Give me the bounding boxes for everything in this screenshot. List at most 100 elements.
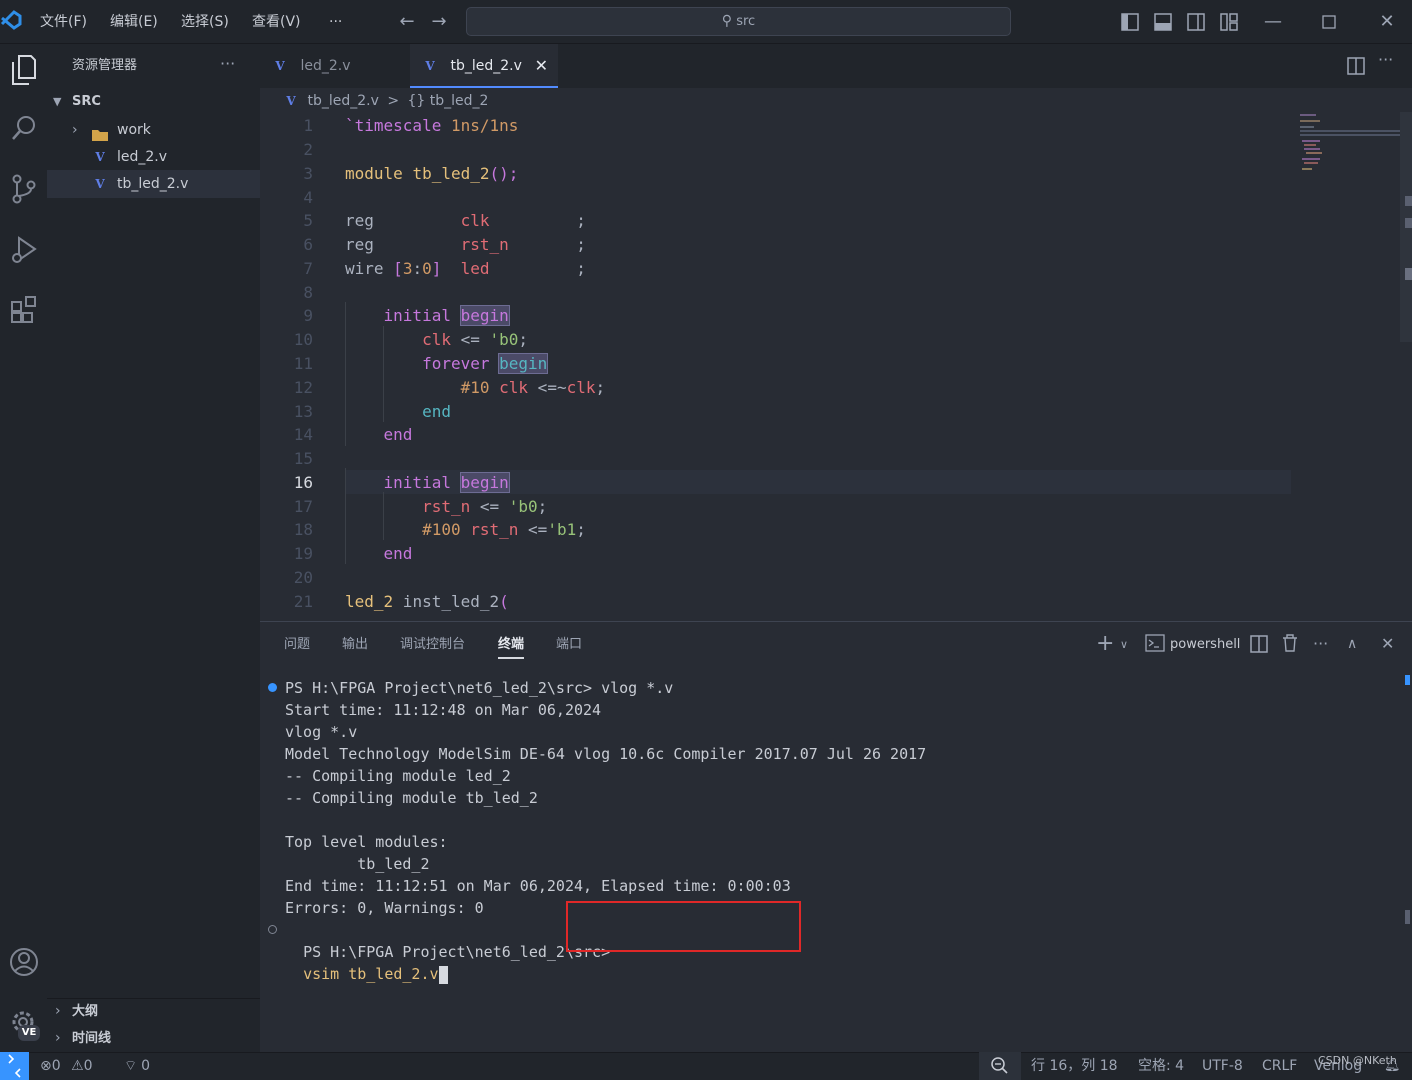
maximize-icon[interactable]	[1322, 15, 1336, 33]
code-line-13: 13 end	[293, 402, 451, 421]
chevron-down-icon[interactable]: ∨	[1120, 632, 1128, 658]
new-terminal-plus-icon[interactable]: +	[1096, 630, 1114, 658]
code-line-4: 4	[303, 188, 313, 207]
encoding[interactable]: UTF-8	[1202, 1052, 1243, 1080]
code-line-21: 21 led_2 inst_led_2(	[293, 592, 509, 611]
code-line-18: 18 #100 rst_n <='b1;	[293, 520, 586, 539]
command-search-input[interactable]: ⚲ src	[466, 7, 1011, 36]
verilog-file-icon: V	[286, 94, 296, 108]
menu-selection[interactable]: 选择(S)	[181, 0, 229, 44]
editor-more-icon[interactable]: ···	[1378, 50, 1393, 69]
code-line-19: 19 end	[293, 544, 413, 563]
menu-file[interactable]: 文件(F)	[40, 0, 87, 44]
terminal-line: End time: 11:12:51 on Mar 06,2024, Elaps…	[285, 877, 791, 895]
remote-indicator[interactable]	[0, 1052, 29, 1080]
split-editor-icon[interactable]	[1347, 57, 1365, 79]
menu-more[interactable]: ···	[329, 0, 342, 44]
code-line-15: 15	[293, 449, 313, 468]
code-line-9: 9 initial begin	[303, 305, 510, 326]
tree-item-led_2[interactable]: V led_2.v	[47, 143, 260, 171]
breadcrumb: V tb_led_2.v > {} tb_led_2	[283, 88, 488, 114]
terminal-input-line[interactable]: PS H:\FPGA Project\net6_led_2\src> vsim …	[285, 919, 610, 984]
tree-item-work[interactable]: › work	[47, 116, 260, 144]
tab-debug-console[interactable]: 调试控制台	[400, 631, 465, 659]
verilog-file-icon: V	[95, 150, 105, 164]
outline-label: 大纲	[72, 1004, 99, 1019]
toggle-secondary-sidebar-icon[interactable]	[1187, 13, 1205, 35]
scrollbar-marker	[1405, 196, 1412, 206]
menu-view[interactable]: 查看(V)	[252, 0, 301, 44]
terminal-scrollbar[interactable]	[1405, 910, 1410, 924]
notifications-bell-icon[interactable]: 🔔︎	[1384, 1052, 1401, 1080]
minimap[interactable]	[1298, 112, 1400, 174]
extensions-icon[interactable]	[0, 292, 47, 336]
tree-item-label: work	[117, 122, 151, 138]
outline-section[interactable]: › 大纲	[47, 998, 260, 1025]
tree-item-tb_led_2[interactable]: V tb_led_2.v	[47, 170, 260, 198]
chevron-right-icon: ›	[55, 1003, 61, 1019]
toggle-panel-icon[interactable]	[1154, 13, 1172, 35]
maximize-panel-chevron-icon[interactable]: ∧	[1347, 630, 1357, 658]
command-pending-circle	[268, 925, 277, 934]
tab-output[interactable]: 输出	[342, 631, 368, 659]
terminal-prompt: PS H:\FPGA Project\net6_led_2\src>	[303, 943, 611, 961]
breadcrumb-file[interactable]: tb_led_2.v	[307, 93, 378, 109]
terminal-line: -- Compiling module led_2	[285, 767, 511, 785]
terminal-scroll-marker	[1405, 675, 1410, 685]
tab-terminal[interactable]: 终端	[498, 631, 525, 659]
warning-icon: ⚠	[71, 1058, 84, 1074]
account-badge: VE	[18, 1025, 40, 1041]
code-line-11: 11 forever begin	[293, 353, 549, 374]
close-panel-icon[interactable]: ✕	[1381, 630, 1394, 658]
accounts-icon[interactable]	[0, 942, 47, 986]
tab-tb_led_2[interactable]: V tb_led_2.v ✕	[410, 44, 558, 88]
problems-indicator[interactable]: ⊗0 ⚠0	[40, 1052, 93, 1080]
trash-icon[interactable]	[1282, 634, 1298, 656]
code-line-5: 5 reg clk ;	[303, 211, 586, 230]
back-arrow-icon[interactable]: ←	[394, 0, 420, 44]
line-ending[interactable]: CRLF	[1262, 1052, 1297, 1080]
forward-arrow-icon[interactable]: →	[426, 0, 452, 44]
command-success-dot	[268, 683, 277, 692]
search-text: src	[736, 14, 756, 29]
toggle-sidebar-icon[interactable]	[1121, 13, 1139, 35]
tab-led_2[interactable]: V led_2.v	[260, 44, 410, 88]
code-line-8: 8	[303, 283, 313, 302]
panel-more-icon[interactable]: ···	[1313, 630, 1328, 658]
scrollbar-marker	[1405, 218, 1412, 228]
explorer-icon[interactable]	[0, 52, 47, 96]
customize-layout-icon[interactable]	[1220, 13, 1238, 35]
breadcrumb-symbol[interactable]: {} tb_led_2	[408, 93, 489, 109]
zoom-button[interactable]	[979, 1052, 1021, 1080]
scrollbar-marker	[1405, 268, 1412, 280]
code-line-3: 3 module tb_led_2();	[303, 164, 519, 183]
close-window-icon[interactable]: ✕	[1372, 0, 1402, 44]
close-tab-icon[interactable]: ✕	[535, 44, 548, 88]
source-control-icon[interactable]	[0, 172, 47, 216]
tab-ports[interactable]: 端口	[556, 631, 582, 659]
terminal-line: Start time: 11:12:48 on Mar 06,2024	[285, 701, 602, 719]
menu-edit[interactable]: 编辑(E)	[110, 0, 158, 44]
folder-header-src[interactable]: ▼ SRC	[47, 88, 260, 116]
chevron-down-icon: ▼	[53, 95, 62, 108]
tab-label: tb_led_2.v	[450, 58, 522, 74]
minimize-icon[interactable]: —	[1258, 0, 1288, 44]
ports-indicator[interactable]: ⌔ 0	[124, 1052, 150, 1080]
timeline-label: 时间线	[72, 1031, 112, 1046]
code-line-16: 16 initial begin	[293, 472, 510, 493]
terminal-command: vsim tb_led_2.v	[303, 965, 439, 983]
highlight-box	[566, 901, 801, 952]
terminal-shell-name[interactable]: powershell	[1170, 631, 1240, 659]
tab-problems[interactable]: 问题	[284, 631, 310, 659]
verilog-file-icon: V	[275, 59, 285, 73]
terminal-line: -- Compiling module tb_led_2	[285, 789, 538, 807]
explorer-more-icon[interactable]: ···	[220, 44, 235, 88]
cursor-position[interactable]: 行 16，列 18	[1031, 1052, 1118, 1080]
timeline-section[interactable]: › 时间线	[47, 1025, 260, 1052]
indentation[interactable]: 空格: 4	[1138, 1052, 1184, 1080]
breadcrumb-separator: >	[387, 93, 400, 109]
search-sidebar-icon[interactable]	[0, 112, 47, 156]
code-line-17: 17 rst_n <= 'b0;	[293, 497, 548, 516]
run-debug-icon[interactable]	[0, 232, 47, 276]
split-terminal-icon[interactable]	[1250, 635, 1268, 657]
